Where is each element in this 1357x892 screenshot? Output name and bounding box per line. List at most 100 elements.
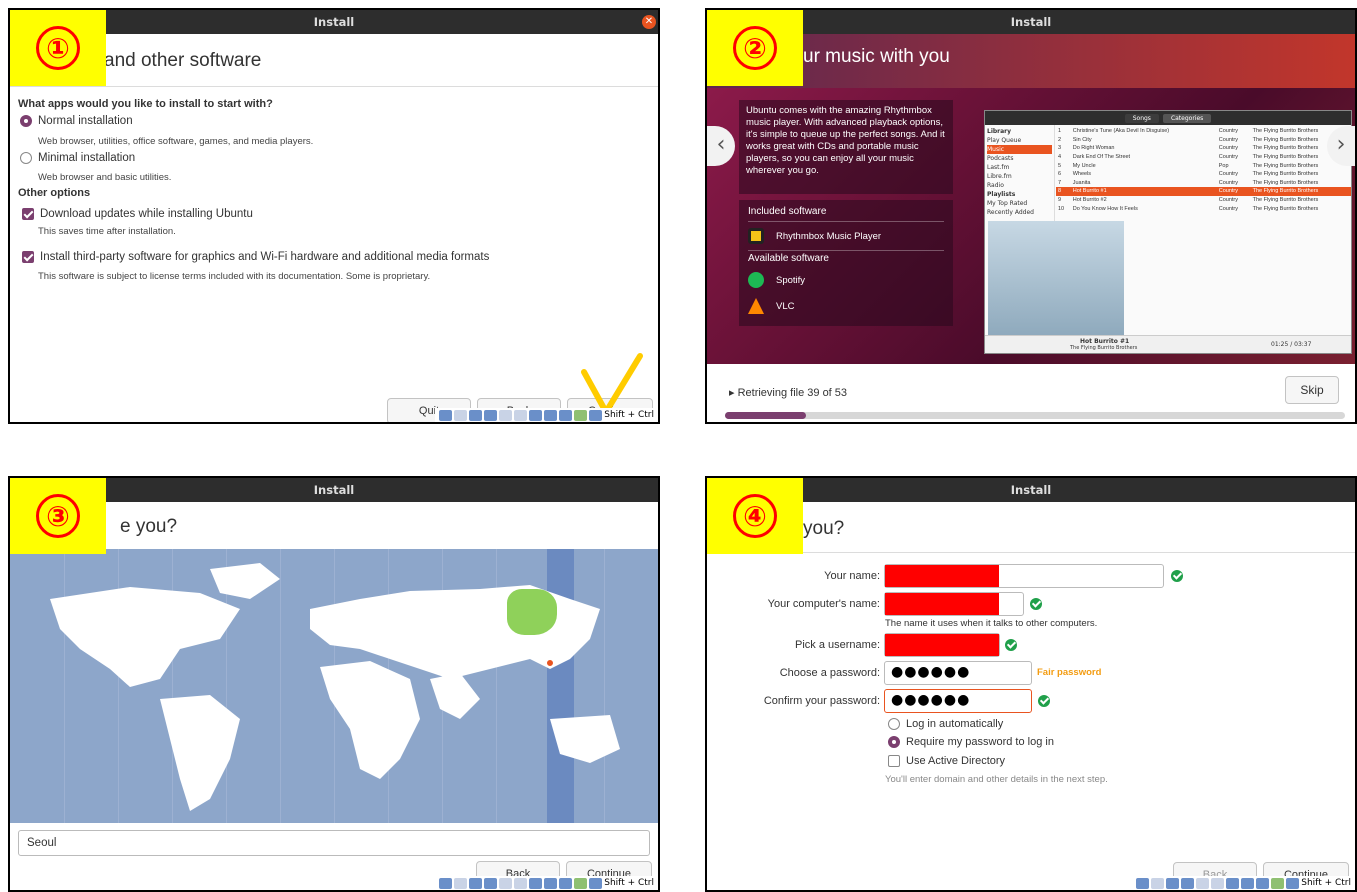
window-titlebar: Install (707, 10, 1355, 34)
world-map[interactable] (10, 549, 658, 823)
window-titlebar: Install (10, 10, 658, 34)
password-field[interactable]: ●●●●●● (884, 661, 1032, 685)
table-row: 5 My Uncle Pop The Flying Burrito Brothers (1056, 161, 1351, 170)
minimal-installation-radio[interactable]: Minimal installation (20, 152, 135, 164)
table-cell: Hot Burrito #1 (1070, 187, 1217, 196)
table-cell: 3 (1058, 145, 1062, 152)
now-playing-title: Hot Burrito #1 (1080, 338, 1130, 345)
window-title: Install (1010, 15, 1052, 29)
vlc-item: VLC (748, 298, 944, 314)
table-cell: My Uncle (1072, 162, 1096, 169)
minimal-installation-label: Minimal installation (38, 152, 136, 164)
table-cell: Country (1218, 197, 1239, 204)
radio-selected-icon (20, 115, 32, 127)
host-key-label: Shift + Ctrl (604, 410, 654, 420)
vlc-label: VLC (776, 300, 795, 312)
active-directory-checkbox[interactable]: Use Active Directory (888, 755, 1005, 767)
install-progress-bar (725, 412, 1345, 419)
close-icon[interactable]: ✕ (642, 15, 656, 29)
minimal-installation-desc: Web browser and basic utilities. (38, 172, 172, 183)
table-cell: Country (1218, 128, 1239, 135)
rb-side-item: Last.fm (987, 164, 1010, 171)
host-key-label: Shift + Ctrl (604, 878, 654, 888)
download-updates-desc: This saves time after installation. (38, 226, 176, 237)
rb-side-item: Libre.fm (987, 173, 1012, 180)
slide-image: Ubuntu comes with the amazing Rhythmbox … (707, 88, 1355, 364)
step-badge: ② (707, 10, 803, 86)
table-cell: 7 (1058, 179, 1062, 186)
table-cell: Country (1218, 145, 1239, 152)
require-password-radio[interactable]: Require my password to log in (888, 736, 1054, 748)
password-label: Choose a password: (779, 667, 880, 679)
normal-installation-label: Normal installation (38, 115, 133, 127)
rhythmbox-screenshot: Songs Categories Library Play Queue Music… (984, 110, 1352, 354)
available-software-title: Available software (748, 250, 944, 268)
password-strength: Fair password (1037, 667, 1102, 678)
computer-name-label: Your computer's name: (767, 598, 880, 610)
checkbox-checked-icon (22, 251, 34, 263)
table-cell: Juanita (1072, 179, 1091, 186)
window-title: Install (1010, 483, 1052, 497)
window-titlebar: Install (707, 478, 1355, 502)
normal-installation-radio[interactable]: Normal installation (20, 115, 133, 127)
table-cell: Country (1218, 136, 1239, 143)
active-directory-hint: You'll enter domain and other details in… (885, 774, 1108, 785)
username-field[interactable] (884, 633, 1000, 657)
third-party-checkbox[interactable]: Install third-party software for graphic… (22, 251, 489, 263)
timezone-input[interactable]: Seoul (18, 830, 650, 856)
now-playing-artist: The Flying Burrito Brothers (1070, 345, 1138, 351)
vm-status-bar: Shift + Ctrl (435, 408, 658, 422)
table-cell: Do You Know How It Feels (1072, 205, 1138, 212)
rb-tab-categories: Categories (1162, 113, 1212, 123)
rb-side-item: Playlists (987, 191, 1016, 198)
require-password-label: Require my password to log in (906, 736, 1054, 748)
vm-status-bar: Shift + Ctrl (1132, 876, 1355, 890)
auto-login-radio[interactable]: Log in automatically (888, 718, 1003, 730)
table-row: 7 Juanita Country The Flying Burrito Brothe… (1056, 179, 1351, 188)
table-cell: Country (1218, 179, 1239, 186)
window-title: Install (313, 15, 355, 29)
auto-login-label: Log in automatically (906, 718, 1004, 730)
valid-check-icon (1171, 570, 1183, 582)
table-cell: Wheels (1072, 171, 1092, 178)
table-cell: 2 (1058, 136, 1062, 143)
confirm-password-label: Confirm your password: (763, 695, 880, 707)
table-cell: The Flying Burrito Brothers (1250, 187, 1351, 196)
location-pin-icon[interactable] (546, 659, 554, 667)
table-row: 6 Wheels Country The Flying Burrito Brother… (1056, 170, 1351, 179)
rb-side-item: Library (987, 128, 1012, 135)
username-label: Pick a username: (795, 639, 880, 651)
skip-button[interactable]: Skip (1285, 376, 1339, 404)
table-row: 4 Dark End Of The Street Country The Flying… (1056, 153, 1351, 162)
step-badge: ③ (10, 478, 106, 554)
vlc-icon (748, 298, 764, 314)
rb-tab-songs: Songs (1124, 113, 1159, 123)
divider (10, 86, 658, 87)
rb-player-bar: Hot Burrito #1 The Flying Burrito Brothe… (985, 335, 1351, 353)
normal-installation-desc: Web browser, utilities, office software,… (38, 136, 314, 147)
third-party-label: Install third-party software for graphic… (40, 251, 490, 263)
table-cell: The Flying Burrito Brothers (1252, 205, 1319, 212)
download-updates-checkbox[interactable]: Download updates while installing Ubuntu (22, 208, 253, 220)
slide-description: Ubuntu comes with the amazing Rhythmbox … (746, 105, 945, 176)
page-title: and other software (104, 50, 262, 71)
slide-title: ur music with you (803, 46, 950, 67)
rb-side-item: Radio (987, 182, 1004, 189)
radio-unselected-icon (20, 152, 32, 164)
continents (50, 563, 620, 811)
spotify-item: Spotify (748, 272, 944, 288)
page-title: you? (803, 518, 845, 539)
confirm-password-field[interactable]: ●●●●●● (884, 689, 1032, 713)
slide-text-box: Ubuntu comes with the amazing Rhythmbox … (739, 100, 953, 194)
table-row: 3 Do Right Woman Country The Flying Burrito… (1056, 144, 1351, 153)
table-cell: Sin City (1072, 136, 1092, 143)
window-title: Install (313, 483, 355, 497)
divider (707, 552, 1355, 553)
table-cell: Hot Burrito #2 (1072, 197, 1107, 204)
panel-timezone: Install ③ e you? Seoul Back Continue Shi… (8, 476, 660, 892)
table-cell: The Flying Burrito Brothers (1252, 171, 1319, 178)
page-title: e you? (120, 516, 178, 537)
your-name-field[interactable] (884, 564, 1164, 588)
computer-name-field[interactable] (884, 592, 1024, 616)
table-cell: 4 (1058, 154, 1062, 161)
